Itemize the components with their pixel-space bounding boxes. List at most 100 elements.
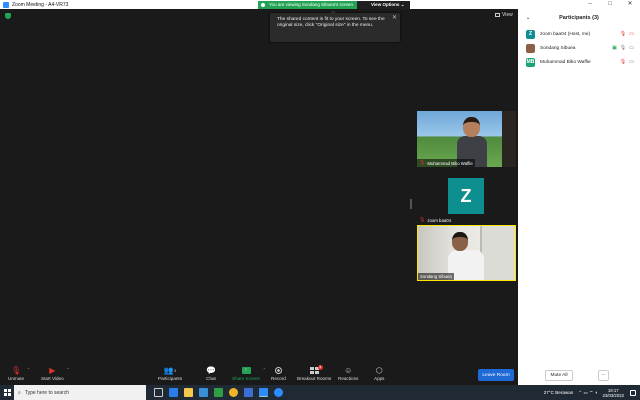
- apps-button[interactable]: ⬡ Apps: [374, 365, 384, 381]
- avatar: Z: [526, 29, 535, 39]
- reactions-button[interactable]: ☺ Reactions: [338, 365, 358, 381]
- mic-muted-icon: 🎙: [419, 160, 426, 166]
- notification-icon[interactable]: [630, 389, 636, 396]
- participant-row[interactable]: MB Muhammad Biko Waffie 🎙 ▭: [518, 55, 640, 69]
- share-banner: You are viewing Sondang Sibuea's screen …: [258, 0, 411, 9]
- participant-name: Muhammad Biko Waffie: [540, 59, 591, 65]
- tile-namebar: 🎙 zoom baa04: [417, 216, 453, 224]
- chevron-up-icon[interactable]: ⌃: [27, 367, 30, 372]
- chevron-down-icon[interactable]: ⌄: [526, 15, 530, 21]
- share-status: You are viewing Sondang Sibuea's screen: [258, 0, 358, 9]
- minimize-button[interactable]: –: [580, 0, 600, 9]
- tooltip-close-icon[interactable]: ✕: [392, 15, 397, 21]
- breakout-rooms-button[interactable]: 1 Breakout Rooms: [297, 365, 331, 381]
- file-explorer-icon[interactable]: [184, 388, 193, 397]
- edge-icon[interactable]: [169, 388, 178, 397]
- close-window-button[interactable]: ✕: [620, 0, 640, 9]
- video-icon: ▭: [629, 45, 634, 51]
- unmute-label: Unmute: [8, 376, 25, 381]
- participant-status: ▣ 🎙 ▭: [612, 45, 634, 51]
- participants-panel: ⌄ Participants (3) Z zoom baa04 (Host, m…: [518, 9, 640, 385]
- participant-row[interactable]: Sondang Sibuea ▣ 🎙 ▭: [518, 41, 640, 55]
- apps-icon: ⬡: [375, 366, 383, 375]
- view-button[interactable]: View: [495, 12, 513, 18]
- breakout-rooms-icon: 1: [309, 365, 323, 376]
- participants-title: Participants (3): [559, 15, 599, 21]
- window-title: Zoom Meeting - A4-VR73: [12, 1, 69, 8]
- tile-namebar: 🎙 Muhammad Biko Waffie: [417, 159, 475, 167]
- panel-resize-handle[interactable]: [410, 199, 412, 209]
- windows-start-icon[interactable]: [0, 385, 14, 400]
- start-video-label: Start Video: [41, 376, 64, 381]
- grid-icon: [495, 13, 500, 17]
- maximize-button[interactable]: □: [600, 0, 620, 9]
- mic-muted-icon: 🎙: [419, 217, 426, 223]
- participant-row[interactable]: Z zoom baa04 (Host, me) 🎙 ▭: [518, 27, 640, 41]
- chrome-icon[interactable]: [229, 388, 238, 397]
- mic-muted-icon: 🎙: [619, 59, 627, 65]
- mic-muted-icon[interactable]: 🎙: [620, 31, 626, 37]
- participant-name: zoom baa04 (Host, me): [540, 31, 591, 37]
- search-placeholder: Type here to search: [24, 389, 70, 396]
- video-icon: ▭: [629, 59, 634, 65]
- record-label: Record: [271, 376, 286, 381]
- participants-footer: Mute All ...: [518, 367, 640, 385]
- more-options-button[interactable]: ...: [598, 370, 609, 381]
- video-tile[interactable]: Z 🎙 zoom baa04: [417, 168, 516, 224]
- view-label: View: [502, 12, 513, 18]
- video-off-icon: ▭: [629, 31, 634, 37]
- participants-count: 3: [173, 368, 177, 373]
- zoom-app-icon: [3, 1, 9, 8]
- task-view-icon[interactable]: [154, 388, 163, 397]
- clock[interactable]: 19:17 23/03/2022: [602, 388, 624, 398]
- tile-name: zoom baa04: [427, 217, 452, 223]
- chevron-up-icon[interactable]: ⌃: [66, 367, 69, 372]
- record-icon: [274, 365, 282, 376]
- chat-button[interactable]: 💬 Chat: [206, 365, 216, 381]
- view-options-button[interactable]: View Options ⌄: [357, 0, 411, 9]
- video-tile-active-speaker[interactable]: Sondang Sibuea: [417, 225, 516, 281]
- participant-status: 🎙 ▭: [620, 59, 634, 65]
- breakout-rooms-label: Breakout Rooms: [297, 376, 332, 381]
- zoom-meeting-taskbar-icon[interactable]: [274, 388, 283, 397]
- chat-label: Chat: [206, 376, 216, 381]
- tile-name: Sondang Sibuea: [420, 274, 452, 279]
- zoom-taskbar-icon[interactable]: [259, 388, 268, 397]
- mail-icon[interactable]: [199, 388, 208, 397]
- start-video-button[interactable]: ▶ Start Video ⌃: [41, 365, 70, 381]
- tray-icons[interactable]: ⌃ ▭ ⌔ ◖: [578, 390, 597, 396]
- share-screen-button[interactable]: ↑ Share Screen ⌃: [232, 365, 266, 381]
- video-off-icon: ▶: [49, 366, 56, 375]
- participant-name: Sondang Sibuea: [540, 45, 576, 51]
- unmute-button[interactable]: 🎙 Unmute ⌃: [8, 365, 30, 381]
- fit-screen-tooltip: The shared content is fit to your screen…: [270, 10, 400, 42]
- screen-share-icon: ▣: [612, 45, 617, 51]
- leave-room-button[interactable]: Leave Room: [478, 369, 514, 381]
- video-shadow: [502, 111, 516, 167]
- record-button[interactable]: Record: [271, 365, 286, 381]
- meeting-toolbar: 🎙 Unmute ⌃ ▶ Start Video ⌃ 👥 3 Participan…: [0, 363, 518, 385]
- word-icon[interactable]: [244, 388, 253, 397]
- share-status-text: You are viewing Sondang Sibuea's screen: [269, 1, 354, 7]
- mute-all-button[interactable]: Mute All: [545, 370, 573, 381]
- tooltip-arrow: [330, 10, 336, 13]
- windows-taskbar: ⌕ Type here to search 27°C Berawan ⌃ ▭ ⌔…: [0, 385, 640, 400]
- tile-namebar: Sondang Sibuea: [418, 273, 454, 280]
- tooltip-text: The shared content is fit to your screen…: [277, 17, 385, 28]
- participants-button[interactable]: 👥 3 Participants: [158, 365, 182, 381]
- reactions-icon: ☺: [344, 366, 353, 375]
- avatar: Z: [448, 178, 484, 214]
- weather-widget[interactable]: 27°C Berawan: [544, 390, 574, 395]
- excel-icon[interactable]: [214, 388, 223, 397]
- apps-label: Apps: [374, 376, 385, 381]
- participants-icon: 👥 3: [163, 366, 177, 375]
- chat-icon: 💬: [206, 366, 216, 375]
- mic-icon: 🎙: [619, 45, 627, 51]
- chevron-up-icon[interactable]: ⌃: [263, 367, 266, 372]
- participants-header: ⌄ Participants (3): [518, 9, 640, 27]
- video-tile[interactable]: 🎙 Muhammad Biko Waffie: [417, 111, 516, 167]
- share-screen-icon: ↑: [241, 365, 251, 376]
- system-tray: 27°C Berawan ⌃ ▭ ⌔ ◖ 19:17 23/03/2022: [544, 385, 640, 400]
- encryption-shield-icon[interactable]: [5, 13, 11, 19]
- taskbar-search-input[interactable]: ⌕ Type here to search: [14, 385, 146, 400]
